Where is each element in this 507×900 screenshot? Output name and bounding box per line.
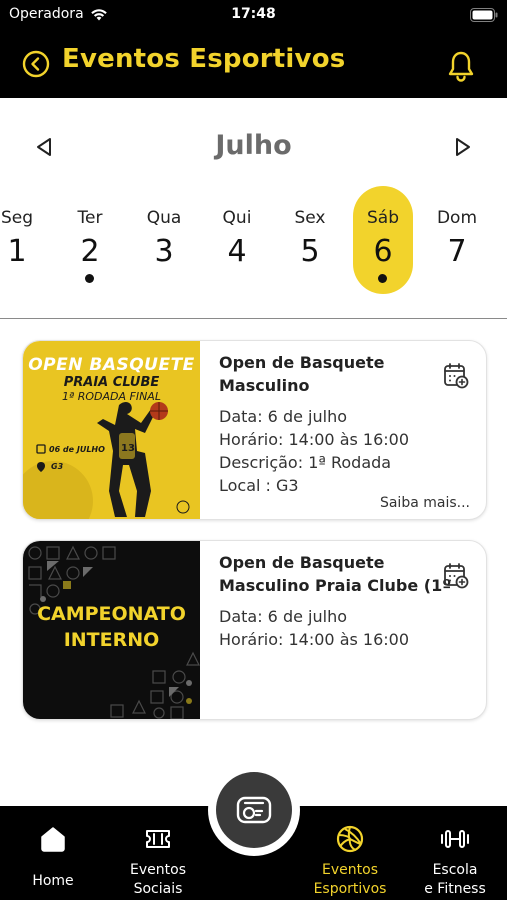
notifications-button[interactable] xyxy=(447,50,475,82)
day-name: Qui xyxy=(222,208,252,228)
clock: 17:48 xyxy=(231,6,276,22)
day-name: Qua xyxy=(146,208,182,228)
event-time: Horário: 14:00 às 16:00 xyxy=(219,430,410,449)
divider xyxy=(0,318,507,319)
page-title: Eventos Esportivos xyxy=(62,44,346,74)
tab-eventos-sociais[interactable]: Eventos Sociais xyxy=(112,806,204,900)
poster-title-line2: INTERNO xyxy=(63,629,160,651)
event-card[interactable]: 13 OPEN BASQUETE PRAIA CLUBE 1ª RODADA F… xyxy=(22,340,487,520)
poster-date: 06 de JULHO xyxy=(49,445,105,454)
tab-label-line2: Sociais xyxy=(133,881,183,897)
card-reader-icon xyxy=(236,796,272,824)
day-ter[interactable]: Ter 2 xyxy=(60,186,120,294)
day-number: 6 xyxy=(373,234,393,269)
center-action-button[interactable] xyxy=(216,772,292,848)
svg-text:13: 13 xyxy=(121,443,135,454)
tab-label-line1: Eventos xyxy=(322,862,378,878)
tab-label: Home xyxy=(32,873,74,889)
event-date: Data: 6 de julho xyxy=(219,607,347,626)
event-location: Local : G3 xyxy=(219,476,299,495)
day-number: 7 xyxy=(447,234,467,269)
day-number: 2 xyxy=(80,234,100,269)
event-card[interactable]: CAMPEONATO INTERNO Open de Basquete Masc… xyxy=(22,540,487,720)
calendar-add-icon xyxy=(444,563,469,589)
day-name: Ter xyxy=(77,208,103,228)
day-sex[interactable]: Sex 5 xyxy=(280,186,340,294)
event-title-line1: Open de Basquete xyxy=(219,353,385,372)
back-button[interactable] xyxy=(22,50,50,78)
event-poster-image: CAMPEONATO INTERNO xyxy=(23,541,200,719)
tab-label-line2: e Fitness xyxy=(424,881,486,897)
day-qui[interactable]: Qui 4 xyxy=(207,186,267,294)
month-selector: Julho xyxy=(0,120,507,174)
poster-title: CAMPEONATO INTERNO xyxy=(23,601,200,653)
back-circle-icon xyxy=(22,50,50,78)
event-info: Open de Basquete Masculino Data: 6 de ju… xyxy=(219,351,439,497)
poster-subtitle: PRAIA CLUBE xyxy=(63,375,160,390)
add-to-calendar-button[interactable] xyxy=(442,361,470,389)
event-poster-image: 13 OPEN BASQUETE PRAIA CLUBE 1ª RODADA F… xyxy=(23,341,200,519)
dumbbell-icon xyxy=(441,830,469,848)
day-qua[interactable]: Qua 3 xyxy=(134,186,194,294)
tab-eventos-esportivos[interactable]: Eventos Esportivos xyxy=(304,806,396,900)
event-description: Descrição: 1ª Rodada xyxy=(219,453,392,472)
tab-label-line1: Eventos xyxy=(130,862,186,878)
day-name: Sáb xyxy=(367,208,399,228)
event-indicator-dot xyxy=(378,274,387,283)
calendar-add-icon xyxy=(444,363,469,389)
triangle-right-icon xyxy=(456,138,470,156)
event-title-line1: Open de Basquete xyxy=(219,553,385,572)
home-icon xyxy=(41,827,65,852)
poster-title: OPEN BASQUETE xyxy=(28,355,195,375)
day-number: 4 xyxy=(227,234,247,269)
event-indicator-dot xyxy=(85,274,94,283)
week-strip: Seg 1 Ter 2 Qua 3 Qui 4 Sex 5 Sáb 6 Dom … xyxy=(0,186,507,298)
app-header: Eventos Esportivos xyxy=(0,28,507,98)
day-name: Sex xyxy=(294,208,326,228)
ticket-icon xyxy=(146,830,170,848)
day-number: 1 xyxy=(7,234,27,269)
next-month-button[interactable] xyxy=(451,136,473,158)
volleyball-icon xyxy=(336,825,364,853)
tab-label-line1: Escola xyxy=(432,862,478,878)
tab-home[interactable]: Home xyxy=(12,806,94,900)
event-title-line2: Masculino xyxy=(219,376,310,395)
day-seg[interactable]: Seg 1 xyxy=(0,186,47,294)
month-label: Julho xyxy=(215,130,292,161)
event-info: Open de Basquete Masculino Praia Clube (… xyxy=(219,551,452,651)
bell-icon xyxy=(448,51,474,82)
day-dom[interactable]: Dom 7 xyxy=(427,186,487,294)
poster-round: 1ª RODADA FINAL xyxy=(62,390,161,403)
poster-location: G3 xyxy=(51,462,64,471)
tab-escola-fitness[interactable]: Escola e Fitness xyxy=(414,806,496,900)
tab-label-line2: Esportivos xyxy=(313,881,387,897)
read-more-link[interactable]: Saiba mais... xyxy=(380,495,470,511)
day-name: Seg xyxy=(0,208,34,228)
add-to-calendar-button[interactable] xyxy=(442,561,470,589)
day-sab-selected[interactable]: Sáb 6 xyxy=(353,186,413,294)
event-time: Horário: 14:00 às 16:00 xyxy=(219,630,410,649)
poster-title-line1: CAMPEONATO xyxy=(37,603,186,625)
event-title-line2: Masculino Praia Clube (1º xyxy=(219,576,452,595)
status-bar: Operadora 17:48 xyxy=(0,0,507,28)
day-number: 5 xyxy=(300,234,320,269)
battery-icon xyxy=(470,7,498,26)
event-date: Data: 6 de julho xyxy=(219,407,347,426)
day-number: 3 xyxy=(154,234,174,269)
day-name: Dom xyxy=(436,208,478,228)
